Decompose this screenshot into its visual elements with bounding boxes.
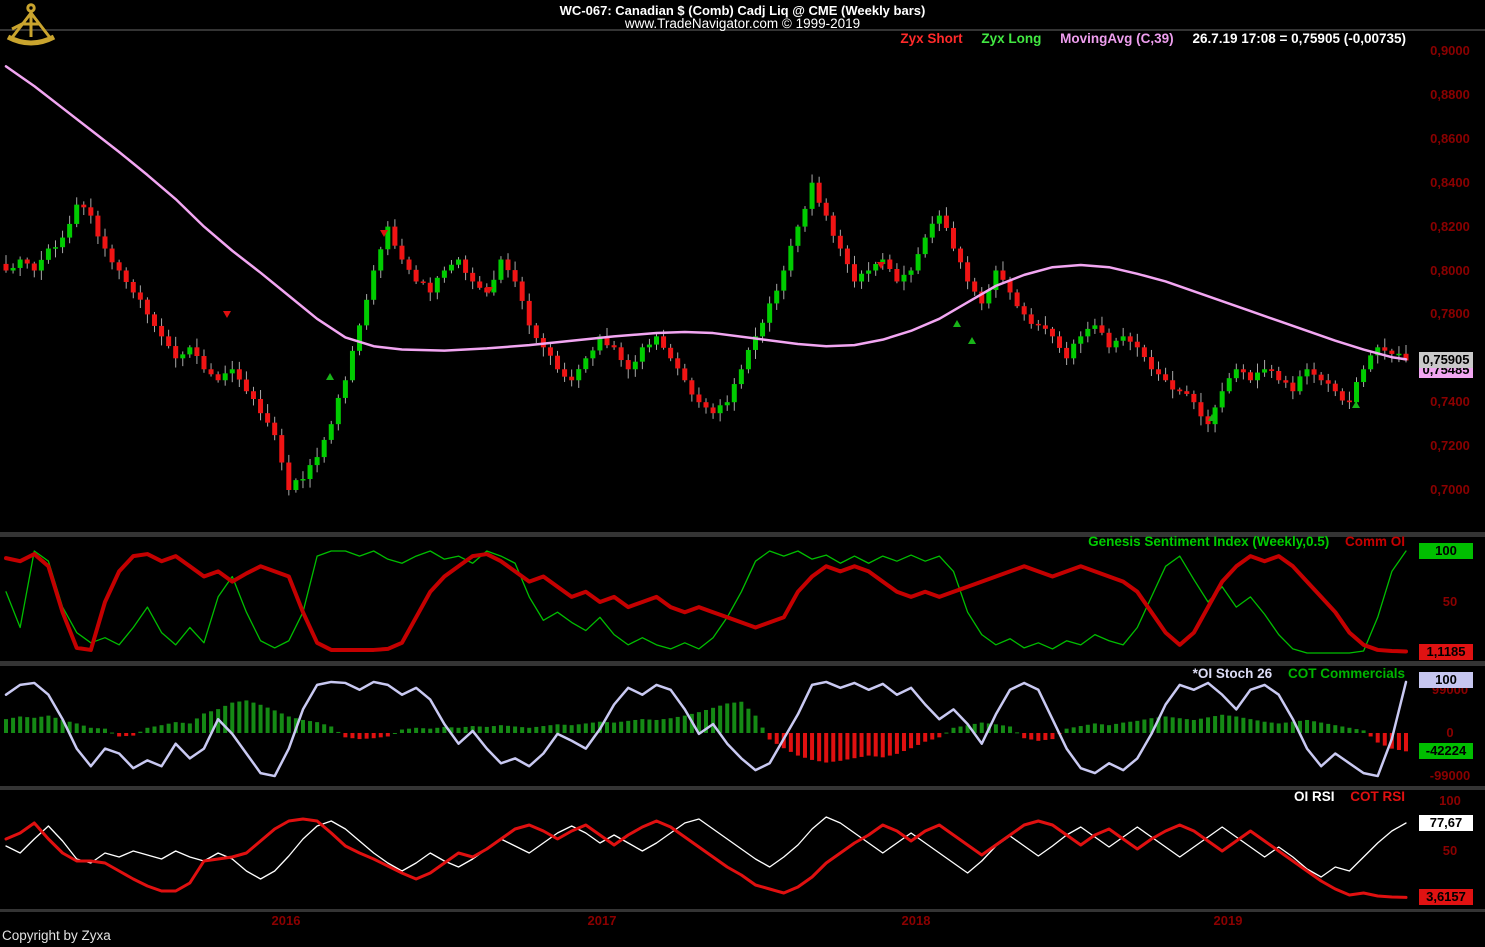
oi-rsi-label[interactable]: OI RSI [1294, 789, 1335, 804]
short-signal-icon [223, 311, 231, 318]
sentiment-index-line [6, 551, 1406, 653]
short-signal-icon [877, 262, 885, 269]
legend-zyx-short[interactable]: Zyx Short [900, 31, 962, 46]
legend-zyx-long[interactable]: Zyx Long [981, 31, 1041, 46]
cot-commercials-label[interactable]: COT Commercials [1288, 666, 1405, 681]
oi-stoch-line [6, 682, 1406, 776]
long-signal-icon [326, 373, 334, 380]
candlestick-series [4, 174, 1409, 495]
long-signal-icon [968, 337, 976, 344]
sentiment-index-label[interactable]: Genesis Sentiment Index (Weekly,0.5) [1088, 534, 1329, 549]
oi-rsi-line [6, 817, 1406, 879]
legend-last-quote: 26.7.19 17:08 = 0,75905 (-0,00735) [1192, 31, 1406, 46]
stoch-panel-labels: *OI Stoch 26 COT Commercials [1181, 666, 1405, 681]
long-signal-icon [953, 320, 961, 327]
cot-commercials-histogram [4, 700, 1408, 762]
moving-average-line [6, 66, 1406, 359]
chart-canvas[interactable] [0, 0, 1485, 947]
sentiment-panel-labels: Genesis Sentiment Index (Weekly,0.5) Com… [1076, 534, 1405, 549]
comm-oi-label[interactable]: Comm OI [1345, 534, 1405, 549]
trade-navigator-window: WC-067: Canadian $ (Comb) Cadj Liq @ CME… [0, 0, 1485, 947]
panel-separator [0, 786, 1485, 790]
legend-moving-avg[interactable]: MovingAvg (C,39) [1060, 31, 1174, 46]
cot-rsi-label[interactable]: COT RSI [1350, 789, 1405, 804]
oi-stoch-label[interactable]: *OI Stoch 26 [1193, 666, 1273, 681]
panel-separator [0, 909, 1485, 912]
cot-rsi-line [6, 819, 1406, 897]
